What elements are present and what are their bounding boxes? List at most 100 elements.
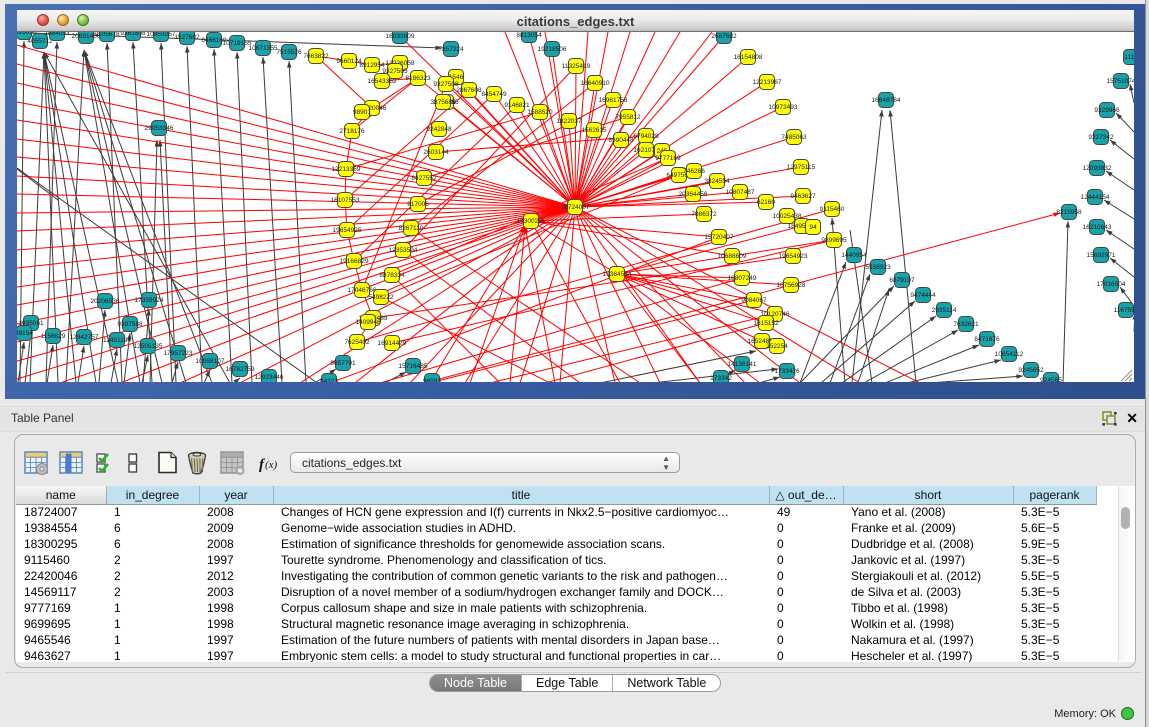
svg-text:39154: 39154	[17, 330, 33, 337]
svg-text:1156829: 1156829	[41, 333, 66, 340]
svg-text:4055712: 4055712	[27, 38, 53, 45]
svg-text:12975115: 12975115	[787, 164, 816, 171]
svg-text:9899695: 9899695	[821, 237, 847, 244]
svg-text:9084067: 9084067	[741, 297, 767, 304]
svg-text:1440954: 1440954	[841, 252, 867, 259]
svg-text:15716485: 15716485	[399, 363, 428, 370]
svg-text:9227342: 9227342	[1088, 134, 1114, 141]
svg-text:96993: 96993	[423, 378, 441, 382]
svg-text:2718176: 2718176	[339, 128, 365, 135]
svg-text:16033809: 16033809	[386, 33, 415, 40]
svg-text:15751074: 15751074	[1107, 78, 1134, 85]
svg-text:9657791: 9657791	[330, 360, 356, 367]
svg-text:1167553: 1167553	[1114, 307, 1134, 314]
svg-text:9660124: 9660124	[336, 58, 362, 65]
svg-text:9245652: 9245652	[1018, 367, 1044, 374]
svg-text:9242848: 9242848	[426, 126, 452, 133]
svg-text:10807487: 10807487	[726, 189, 755, 196]
svg-text:3824554: 3824554	[704, 178, 730, 185]
svg-text:16961758: 16961758	[599, 97, 628, 104]
svg-text:8471676: 8471676	[974, 336, 1000, 343]
svg-text:10654112: 10654112	[995, 351, 1024, 358]
svg-text:7663822: 7663822	[303, 53, 329, 60]
svg-text:29053346: 29053346	[145, 125, 174, 132]
svg-text:19218506: 19218506	[538, 46, 567, 53]
svg-text:2603144: 2603144	[423, 149, 449, 156]
svg-text:9329966: 9329966	[1094, 107, 1120, 114]
svg-text:12942757: 12942757	[70, 334, 99, 341]
svg-text:11451194: 11451194	[103, 337, 131, 344]
svg-text:8186323: 8186323	[405, 75, 431, 82]
svg-text:1615152: 1615152	[753, 320, 779, 327]
svg-text:16782759: 16782759	[226, 366, 255, 373]
svg-text:10853267: 10853267	[147, 32, 176, 38]
svg-text:746266: 746266	[683, 168, 705, 175]
svg-text:9361808: 9361808	[120, 32, 146, 37]
svg-text:14136141: 14136141	[728, 361, 757, 368]
svg-text:10973493: 10973493	[769, 104, 798, 111]
svg-text:18807249: 18807249	[728, 275, 757, 282]
svg-text:7857224: 7857224	[438, 46, 464, 53]
svg-text:8878334: 8878334	[379, 272, 405, 279]
svg-text:7632621: 7632621	[953, 321, 979, 328]
svg-text:8427552: 8427552	[411, 175, 437, 182]
svg-text:10756928: 10756928	[777, 282, 806, 289]
svg-text:(x): (x)	[265, 459, 278, 471]
svg-text:62160: 62160	[757, 199, 775, 206]
svg-text:5498222: 5498222	[368, 294, 394, 301]
svg-text:9463627: 9463627	[790, 193, 816, 200]
svg-text:94: 94	[809, 224, 817, 231]
svg-text:12444154: 12444154	[1081, 194, 1110, 201]
svg-text:19654923: 19654923	[779, 253, 808, 260]
svg-text:12923446: 12923446	[255, 374, 284, 381]
svg-text:1527602: 1527602	[174, 34, 200, 41]
svg-text:7986372: 7986372	[691, 211, 717, 218]
svg-text:15692971: 15692971	[1087, 252, 1116, 259]
svg-text:20364456: 20364456	[679, 191, 708, 198]
svg-text:8215958: 8215958	[1056, 209, 1082, 216]
svg-text:1884053: 1884053	[44, 32, 70, 37]
svg-text:17046766: 17046766	[348, 287, 377, 294]
svg-text:20206536: 20206536	[91, 298, 120, 305]
svg-text:7625402: 7625402	[344, 339, 370, 346]
svg-text:84323: 84323	[320, 378, 338, 382]
svg-text:16640910: 16640910	[581, 80, 610, 87]
svg-text:924565: 924565	[1040, 377, 1062, 382]
svg-text:5938923: 5938923	[865, 264, 891, 271]
svg-text:2687682: 2687682	[711, 33, 737, 40]
svg-text:12353594: 12353594	[389, 247, 418, 254]
svg-text:9146821: 9146821	[504, 102, 530, 109]
svg-text:19384554: 19384554	[603, 271, 632, 278]
svg-text:11325419: 11325419	[562, 63, 591, 70]
svg-text:1562615: 1562615	[581, 127, 607, 134]
svg-text:8813054: 8813054	[516, 32, 542, 39]
svg-text:12213967: 12213967	[753, 79, 782, 86]
svg-text:6794028: 6794028	[633, 133, 659, 140]
svg-text:6879197: 6879197	[889, 277, 915, 284]
svg-text:1588520: 1588520	[527, 109, 553, 116]
svg-text:16107553: 16107553	[331, 197, 360, 204]
svg-text:9115460: 9115460	[820, 206, 845, 213]
svg-text:17957223: 17957223	[164, 350, 193, 357]
svg-text:98901: 98901	[353, 109, 371, 116]
svg-text:12505135: 12505135	[134, 343, 163, 350]
svg-text:1822037: 1822037	[556, 118, 582, 125]
svg-text:9105678: 9105678	[94, 32, 120, 38]
svg-text:10671355: 10671355	[249, 45, 278, 52]
svg-text:1733426: 1733426	[774, 368, 800, 375]
svg-text:7485063: 7485063	[781, 134, 807, 141]
svg-text:16648784: 16648784	[872, 97, 901, 104]
svg-text:8912954: 8912954	[359, 62, 385, 69]
svg-text:18724007: 18724007	[561, 204, 590, 211]
svg-text:9397588: 9397588	[117, 321, 143, 328]
svg-text:2935114: 2935114	[932, 307, 957, 314]
svg-text:3875685: 3875685	[430, 99, 456, 106]
svg-text:8454749: 8454749	[481, 91, 507, 98]
svg-text:18300295: 18300295	[517, 218, 546, 225]
svg-text:173342: 173342	[710, 375, 732, 382]
svg-text:19654925: 19654925	[333, 227, 362, 234]
svg-text:9474444: 9474444	[910, 292, 936, 299]
svg-text:2867608: 2867608	[456, 87, 482, 94]
svg-text:8267110: 8267110	[399, 225, 424, 232]
svg-text:7955812: 7955812	[615, 114, 641, 121]
